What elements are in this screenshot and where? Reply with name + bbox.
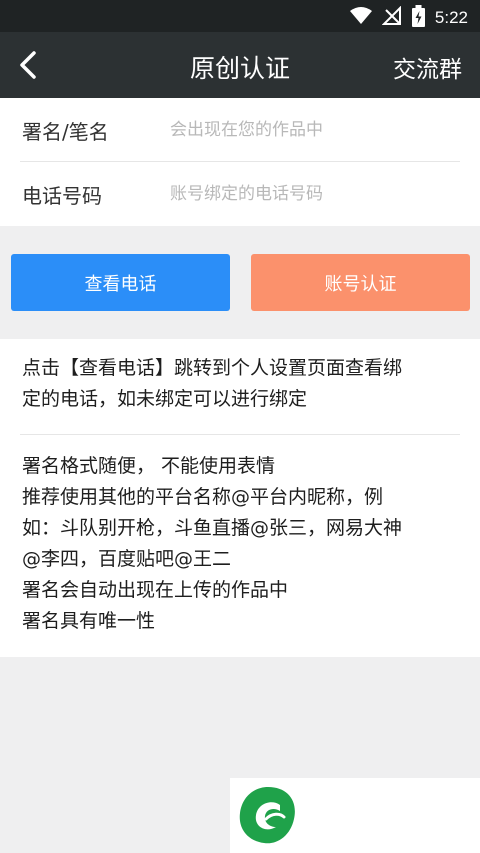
title-bar: 原创认证 交流群 bbox=[0, 32, 480, 98]
phone-input[interactable] bbox=[168, 176, 462, 212]
status-bar: 5:22 bbox=[0, 0, 480, 32]
rule-line: 如：斗队别开枪，斗鱼直播@张三，网易大神 bbox=[22, 517, 403, 539]
status-icons: 5:22 bbox=[349, 5, 468, 31]
rule-line: 署名格式随便， 不能使用表情 bbox=[22, 455, 276, 477]
signature-label: 署名/笔名 bbox=[22, 120, 109, 144]
rule-line: 署名具有唯一性 bbox=[22, 610, 156, 632]
signature-row: 署名/笔名 bbox=[0, 98, 480, 162]
info-divider bbox=[20, 434, 460, 435]
phone-hint-text: 点击【查看电话】跳转到个人设置页面查看绑 定的电话，如未绑定可以进行绑定 bbox=[22, 353, 462, 415]
leaf-logo-icon bbox=[239, 787, 295, 844]
hint-line: 定的电话，如未绑定可以进行绑定 bbox=[22, 388, 308, 410]
wifi-icon bbox=[349, 7, 372, 29]
phone-row: 电话号码 bbox=[0, 162, 480, 226]
signal-off-icon bbox=[381, 5, 402, 30]
phone-label: 电话号码 bbox=[22, 184, 102, 208]
battery-icon bbox=[411, 5, 425, 31]
signature-input[interactable] bbox=[168, 112, 462, 148]
verify-account-button[interactable]: 账号认证 bbox=[251, 254, 470, 311]
rule-line: @李四，百度贴吧@王二 bbox=[22, 548, 232, 570]
status-time: 5:22 bbox=[434, 8, 468, 27]
hint-line: 点击【查看电话】跳转到个人设置页面查看绑 bbox=[22, 357, 403, 379]
rule-line: 推荐使用其他的平台名称@平台内昵称，例 bbox=[22, 486, 384, 508]
info-panel: 点击【查看电话】跳转到个人设置页面查看绑 定的电话，如未绑定可以进行绑定 署名格… bbox=[0, 339, 480, 657]
rule-line: 署名会自动出现在上传的作品中 bbox=[22, 579, 289, 601]
signature-rules-text: 署名格式随便， 不能使用表情 推荐使用其他的平台名称@平台内昵称，例 如：斗队别… bbox=[22, 451, 462, 637]
verification-form: 署名/笔名 电话号码 bbox=[0, 98, 480, 226]
chat-group-link[interactable]: 交流群 bbox=[393, 50, 462, 84]
watermark-area bbox=[230, 778, 480, 853]
view-phone-button[interactable]: 查看电话 bbox=[11, 254, 230, 311]
